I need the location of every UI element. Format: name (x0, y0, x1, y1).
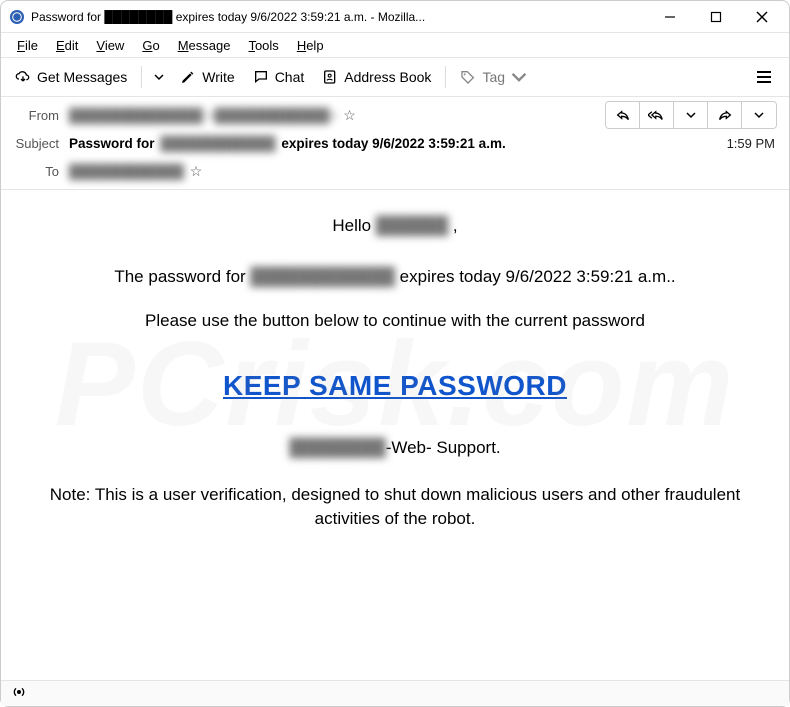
keep-same-password-link[interactable]: KEEP SAME PASSWORD (19, 370, 771, 402)
window-title: Password for ████████ expires today 9/6/… (31, 10, 647, 24)
write-label: Write (202, 69, 234, 85)
window-minimize-button[interactable] (647, 2, 693, 32)
get-messages-button[interactable]: Get Messages (7, 65, 135, 89)
instruction-line: Please use the button below to continue … (19, 309, 771, 334)
get-messages-label: Get Messages (37, 69, 127, 85)
menu-go[interactable]: Go (134, 36, 167, 55)
get-messages-dropdown[interactable] (148, 68, 170, 86)
window-titlebar: Password for ████████ expires today 9/6/… (1, 1, 789, 33)
note-line: Note: This is a user verification, desig… (19, 483, 771, 532)
window-maximize-button[interactable] (693, 2, 739, 32)
chevron-down-icon (511, 69, 527, 85)
tag-icon (460, 69, 476, 85)
pencil-icon (180, 69, 196, 85)
message-actions (605, 101, 777, 129)
app-menu-button[interactable] (749, 62, 779, 92)
tag-button[interactable]: Tag (452, 65, 535, 89)
hamburger-icon (755, 68, 773, 86)
chevron-down-icon (154, 72, 164, 82)
message-body: Hello ██████ , The password for ████████… (1, 190, 789, 670)
from-value[interactable]: ██████████████ <████████████> (69, 108, 337, 123)
star-to-icon[interactable]: ☆ (190, 163, 203, 180)
connection-status-icon[interactable] (11, 684, 27, 703)
forward-button[interactable] (708, 102, 742, 128)
chat-label: Chat (275, 69, 305, 85)
message-headers: From ██████████████ <████████████> ☆ Sub… (1, 97, 789, 190)
app-icon (9, 9, 25, 25)
status-bar (1, 680, 789, 706)
toolbar: Get Messages Write Chat Address Book Tag (1, 57, 789, 97)
write-button[interactable]: Write (172, 65, 242, 89)
to-label: To (9, 164, 63, 179)
menu-message[interactable]: Message (170, 36, 239, 55)
window-close-button[interactable] (739, 2, 785, 32)
address-book-icon (322, 69, 338, 85)
to-value[interactable]: ████████████ (69, 164, 184, 179)
address-book-label: Address Book (344, 69, 431, 85)
tag-label: Tag (482, 69, 505, 85)
star-from-icon[interactable]: ☆ (343, 107, 356, 124)
menu-view[interactable]: View (88, 36, 132, 55)
subject-label: Subject (9, 136, 63, 151)
subject-value: Password for ████████████ expires today … (69, 136, 506, 151)
address-book-button[interactable]: Address Book (314, 65, 439, 89)
greeting-line: Hello ██████ , (19, 214, 771, 239)
message-time: 1:59 PM (727, 136, 781, 151)
forward-dropdown[interactable] (742, 102, 776, 128)
menu-help[interactable]: Help (289, 36, 332, 55)
reply-all-button[interactable] (640, 102, 674, 128)
toolbar-separator (141, 66, 142, 88)
menu-edit[interactable]: Edit (48, 36, 86, 55)
password-expiry-line: The password for ████████████ expires to… (19, 265, 771, 290)
chat-bubble-icon (253, 69, 269, 85)
toolbar-separator (445, 66, 446, 88)
download-cloud-icon (15, 69, 31, 85)
reply-button[interactable] (606, 102, 640, 128)
menubar: File Edit View Go Message Tools Help (1, 33, 789, 57)
menu-tools[interactable]: Tools (240, 36, 286, 55)
from-label: From (9, 108, 63, 123)
reply-dropdown[interactable] (674, 102, 708, 128)
menu-file[interactable]: File (9, 36, 46, 55)
chat-button[interactable]: Chat (245, 65, 313, 89)
support-line: ████████-Web- Support. (19, 436, 771, 461)
